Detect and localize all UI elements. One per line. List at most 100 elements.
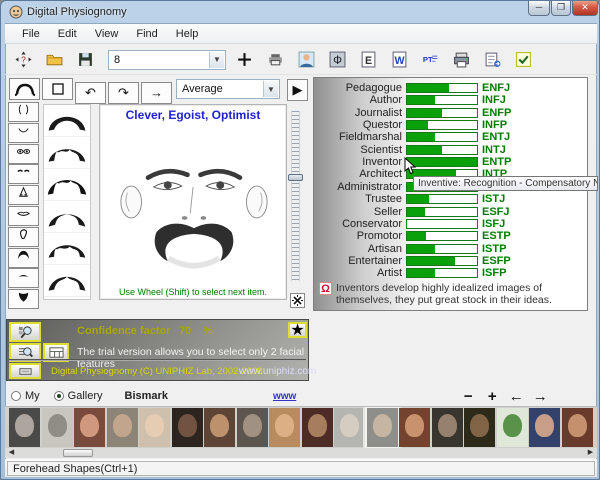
add-photo-button[interactable]: + — [480, 388, 504, 405]
shape-item-5[interactable] — [44, 233, 90, 265]
www-link[interactable]: www — [273, 391, 296, 402]
photorobot-icon[interactable]: Ф — [324, 49, 350, 71]
gallery-photo[interactable] — [172, 408, 203, 447]
gallery-photo[interactable] — [432, 408, 463, 447]
frame-icon[interactable] — [42, 78, 73, 100]
next-photo-button[interactable]: → — [528, 388, 552, 405]
personality-row[interactable]: ArtistISFP — [314, 267, 587, 279]
expand-icon[interactable] — [290, 293, 305, 308]
my-radio[interactable] — [11, 391, 21, 401]
report-icon[interactable]: E — [355, 49, 381, 71]
prev-photo-button[interactable]: ← — [504, 388, 528, 405]
personality-row[interactable]: TrusteeISTJ — [314, 193, 587, 205]
category-lips-button[interactable] — [8, 206, 39, 226]
close-button[interactable]: ✕ — [572, 1, 598, 16]
shape-item-1[interactable] — [44, 105, 90, 137]
print-icon[interactable] — [448, 49, 474, 71]
save-icon[interactable] — [72, 49, 98, 71]
portrait-icon[interactable] — [293, 49, 319, 71]
minimize-button[interactable]: ─ — [528, 1, 550, 16]
category-eyes-button[interactable] — [8, 144, 39, 164]
undo-icon[interactable]: ↶ — [75, 82, 106, 104]
gallery-photo[interactable] — [9, 408, 40, 447]
personality-row[interactable]: ArtisanISTP — [314, 243, 587, 255]
chevron-down-icon[interactable]: ▼ — [263, 81, 278, 97]
gallery-photo[interactable] — [204, 408, 235, 447]
pointer-tool-icon[interactable]: ? — [10, 49, 36, 71]
gallery-photo[interactable] — [107, 408, 138, 447]
gallery-photo[interactable] — [399, 408, 430, 447]
star-button[interactable]: ★ — [288, 322, 307, 338]
options-icon[interactable] — [510, 49, 536, 71]
zoom-slider[interactable] — [291, 111, 300, 281]
zoom-slider-thumb[interactable] — [288, 174, 303, 181]
forehead-arc-icon[interactable] — [9, 78, 40, 100]
size-combobox[interactable]: 8▼ — [108, 50, 226, 70]
menu-item-file[interactable]: File — [13, 26, 49, 42]
gallery-radio[interactable] — [54, 391, 64, 401]
menu-item-help[interactable]: Help — [167, 26, 208, 42]
gallery-photo[interactable] — [562, 408, 593, 447]
gallery-photo[interactable] — [302, 408, 333, 447]
personality-row[interactable]: ConservatorISFJ — [314, 218, 587, 230]
personality-row[interactable]: SellerESFJ — [314, 206, 587, 218]
shape-item-3[interactable] — [44, 169, 90, 201]
category-chin-button[interactable] — [8, 123, 39, 143]
zoom-faces-button[interactable] — [9, 322, 41, 342]
personality-row[interactable]: QuestorINFP — [314, 119, 587, 131]
shape-item-4[interactable] — [44, 201, 90, 233]
menu-item-find[interactable]: Find — [127, 26, 166, 42]
category-hair-button[interactable] — [8, 248, 39, 268]
redo-icon[interactable]: ↷ — [108, 82, 139, 104]
personality-row[interactable]: FieldmarshalENTJ — [314, 131, 587, 143]
gallery-photo[interactable] — [139, 408, 170, 447]
category-eyebrows-button[interactable] — [8, 164, 39, 184]
gallery-photo[interactable] — [237, 408, 268, 447]
open-folder-icon[interactable] — [41, 49, 67, 71]
shape-item-2[interactable] — [44, 137, 90, 169]
gallery-radio-label[interactable]: Gallery — [68, 390, 103, 402]
forehead-shape-list[interactable] — [43, 104, 91, 300]
gallery-photo[interactable] — [367, 408, 398, 447]
style-combobox[interactable]: Average ▼ — [176, 79, 280, 99]
print-compact-icon[interactable] — [262, 49, 288, 71]
personality-row[interactable]: EntertainerESFP — [314, 255, 587, 267]
category-face-outline-button[interactable] — [8, 102, 39, 122]
gallery-photo[interactable] — [497, 408, 528, 447]
word-export-icon[interactable]: W — [386, 49, 412, 71]
gallery-photo[interactable] — [74, 408, 105, 447]
scroll-right-icon[interactable]: ▶ — [585, 448, 596, 457]
category-ear-button[interactable] — [8, 227, 39, 247]
personality-row[interactable]: JournalistENFP — [314, 107, 587, 119]
panel-button[interactable] — [9, 363, 41, 379]
gallery-photo[interactable] — [334, 408, 365, 447]
gallery-photo[interactable] — [529, 408, 560, 447]
shape-item-7[interactable] — [44, 297, 90, 300]
export-icon[interactable] — [479, 49, 505, 71]
gallery-photo[interactable] — [269, 408, 300, 447]
gallery-photo[interactable] — [42, 408, 73, 447]
shape-item-6[interactable] — [44, 265, 90, 297]
remove-photo-button[interactable]: − — [456, 388, 480, 405]
maximize-button[interactable]: ❐ — [551, 1, 571, 16]
personality-row[interactable]: InventorENTP — [314, 156, 587, 168]
personality-row[interactable]: PromotorESTP — [314, 230, 587, 242]
next-icon[interactable]: → — [141, 82, 172, 104]
category-mustache-button[interactable] — [8, 268, 39, 288]
personality-row[interactable]: ScientistINTJ — [314, 144, 587, 156]
title-bar[interactable]: Digital Physiognomy ─ ❐ ✕ — [1, 1, 600, 23]
add-icon[interactable] — [231, 49, 257, 71]
category-beard-button[interactable] — [8, 289, 39, 309]
my-radio-label[interactable]: My — [25, 390, 40, 402]
ptypes-icon[interactable]: PT — [417, 49, 443, 71]
play-button[interactable]: ▶ — [287, 79, 308, 101]
website-link[interactable]: www.uniphiz.com — [239, 366, 316, 377]
personality-row[interactable]: PedagogueENFJ — [314, 82, 587, 94]
gallery-photo[interactable] — [464, 408, 495, 447]
menu-item-edit[interactable]: Edit — [49, 26, 86, 42]
face-panel[interactable]: Clever, Egoist, Optimist Use Wheel (Shif… — [99, 104, 287, 300]
chevron-down-icon[interactable]: ▼ — [209, 52, 224, 68]
scrollbar-thumb[interactable] — [63, 449, 93, 457]
menu-item-view[interactable]: View — [86, 26, 128, 42]
scroll-left-icon[interactable]: ◀ — [6, 448, 17, 457]
